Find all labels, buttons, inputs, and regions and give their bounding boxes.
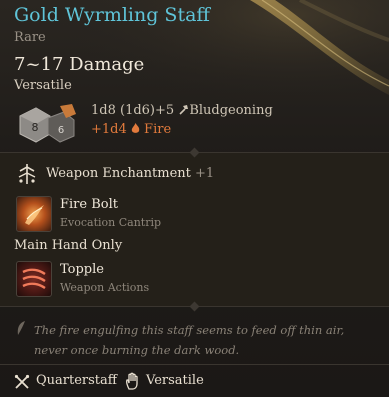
fire-bolt-icon[interactable] — [16, 196, 52, 232]
item-name: Gold Wyrmling Staff — [14, 4, 210, 26]
spell-subtitle-fire-bolt: Evocation Cantrip — [60, 216, 162, 229]
hammer-icon — [179, 105, 189, 115]
fire-damage-type: Fire — [144, 122, 172, 137]
die-d6-value: 6 — [58, 125, 64, 136]
enchantment-name: Weapon Enchantment — [46, 166, 191, 181]
flavor-text: The fire engulfing this staff seems to f… — [34, 323, 345, 357]
flame-icon — [131, 123, 140, 133]
fire-damage-dice: +1d4 — [91, 122, 127, 137]
enchantment-icon — [18, 164, 36, 184]
property-quarterstaff: Quarterstaff — [36, 373, 118, 388]
enchantment-label: Weapon Enchantment +1 — [46, 166, 214, 181]
damage-range: 7~17 Damage — [14, 54, 145, 75]
hand-icon — [125, 372, 138, 390]
damage-category: Versatile — [14, 78, 72, 93]
base-damage-type: Bludgeoning — [189, 103, 273, 118]
divider — [0, 364, 389, 365]
die-d8-value: 8 — [32, 121, 39, 134]
enchantment-bonus: +1 — [195, 166, 215, 181]
item-rarity: Rare — [14, 30, 46, 45]
spell-name-topple: Topple — [60, 262, 104, 277]
crossed-staves-icon — [14, 374, 30, 389]
spell-subtitle-topple: Weapon Actions — [60, 281, 150, 294]
spell-name-fire-bolt: Fire Bolt — [60, 197, 118, 212]
dice-icon: 8 6 — [19, 104, 76, 143]
item-tooltip: Gold Wyrmling Staff Rare 7~17 Damage Ver… — [0, 0, 389, 397]
topple-icon[interactable] — [16, 261, 52, 297]
base-damage-line: 1d8 (1d6)+5 Bludgeoning — [91, 103, 273, 118]
fire-damage-line: +1d4 Fire — [91, 122, 171, 137]
property-versatile: Versatile — [146, 373, 204, 388]
base-damage-dice: 1d8 (1d6)+5 — [91, 103, 175, 118]
quill-icon — [17, 321, 25, 335]
main-hand-only-label: Main Hand Only — [14, 238, 123, 253]
